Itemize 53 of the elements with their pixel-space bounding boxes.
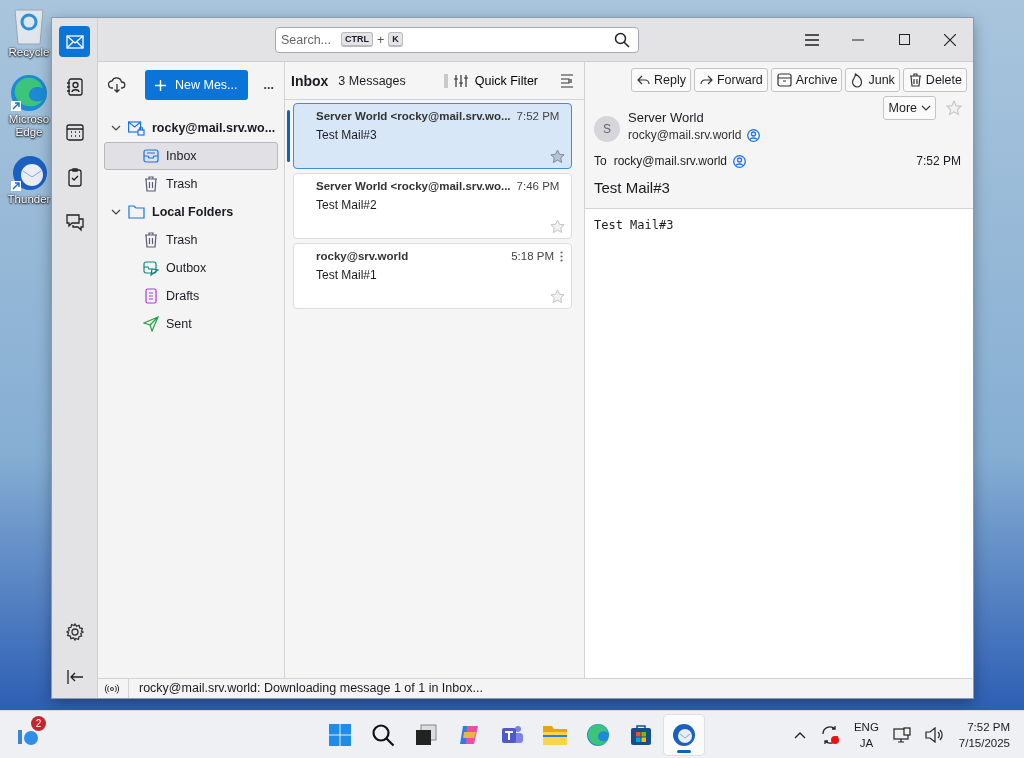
message-body: Test Mail#3	[594, 218, 674, 232]
folder-tree-item[interactable]: Trash	[104, 170, 278, 198]
message-card[interactable]: rocky@srv.world 5:18 PM Test Mail#1	[293, 243, 572, 309]
recipient-address: rocky@mail.srv.world	[613, 154, 727, 168]
desktop-icon-label: Edge	[15, 126, 43, 139]
to-label: To	[594, 154, 607, 168]
folder-tree-item[interactable]: Outbox	[104, 254, 278, 282]
message-subject: Test Mail#3	[594, 179, 671, 196]
message-time: 5:18 PM	[511, 250, 554, 262]
desktop-icon-label: Recycle	[8, 46, 50, 59]
message-action-button[interactable]: Archive	[770, 68, 843, 92]
more-button[interactable]: More	[882, 96, 936, 120]
sender-email: rocky@mail.srv.world	[628, 128, 742, 142]
quick-filter-button[interactable]: Quick Filter	[443, 73, 544, 88]
message-sender: rocky@srv.world	[316, 250, 410, 262]
desktop-icon-label: Thunder	[7, 193, 51, 206]
message-subject: Test Mail#3	[316, 128, 378, 142]
message-sender: Server World <rocky@mail.srv.wo...	[316, 180, 511, 192]
message-action-button[interactable]: Reply	[630, 68, 691, 92]
status-text: rocky@mail.srv.world: Downloading message 1 of 1 in Inbox...	[128, 679, 973, 698]
input-mode-indicator[interactable]: JA	[859, 734, 874, 751]
avatar: S	[594, 116, 620, 142]
message-action-button[interactable]: Junk	[845, 68, 900, 92]
message-action-button[interactable]: Delete	[902, 68, 967, 92]
keyboard-key: K	[388, 32, 403, 47]
folder-tree-item[interactable]: Inbox	[104, 142, 278, 170]
search-placeholder: Search...	[281, 32, 332, 47]
message-time: 7:46 PM	[516, 180, 560, 192]
message-date: 7:52 PM	[916, 154, 961, 168]
desktop-icon-label: Microso	[8, 113, 50, 126]
folder-tree-item[interactable]: Trash	[104, 226, 278, 254]
message-subject: Test Mail#2	[316, 198, 378, 212]
message-subject: Test Mail#1	[316, 268, 378, 282]
clock-date[interactable]: 7/15/2025	[958, 734, 1010, 751]
notification-badge: 2	[31, 715, 46, 731]
message-time: 7:52 PM	[516, 110, 560, 122]
new-message-button[interactable]: New Mes...	[145, 70, 248, 100]
message-count: 3 Messages	[338, 73, 406, 88]
message-card[interactable]: Server World <rocky@mail.srv.wo... 7:46 PM Test Mail#2	[293, 173, 572, 239]
message-action-button[interactable]: Forward	[693, 68, 768, 92]
key-joiner: +	[377, 32, 385, 47]
keyboard-key: CTRL	[341, 32, 374, 47]
folder-tree-item[interactable]: Local Folders	[104, 198, 278, 226]
folder-tree-item[interactable]: Sent	[104, 310, 278, 338]
folder-tree-item[interactable]: rocky@mail.srv.wo...	[104, 114, 278, 142]
clock-time[interactable]: 7:52 PM	[967, 718, 1010, 735]
search-field[interactable]: Search... CTRL + K	[275, 26, 639, 53]
sender-name: Server World	[628, 110, 705, 125]
more-button[interactable]: ...	[259, 78, 278, 92]
folder-title: Inbox	[291, 72, 329, 89]
language-indicator[interactable]: ENG	[853, 718, 879, 735]
folder-tree-item[interactable]: Drafts	[104, 282, 278, 310]
message-sender: Server World <rocky@mail.srv.wo...	[316, 110, 511, 122]
